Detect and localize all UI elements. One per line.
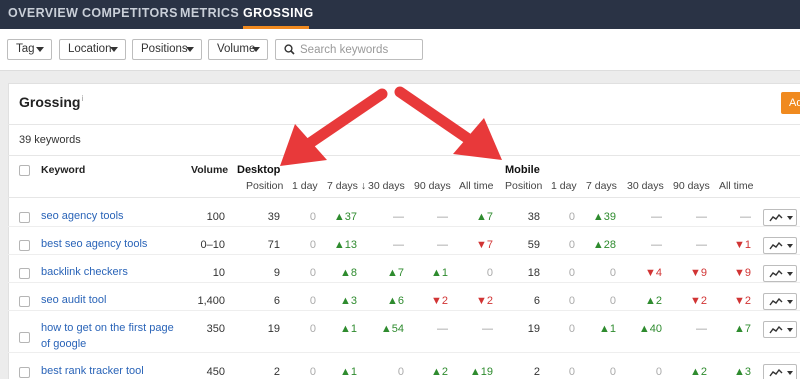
red-arrow-annotations [280, 86, 502, 166]
red-arrow-right [394, 86, 502, 160]
red-arrow-left [280, 88, 388, 166]
